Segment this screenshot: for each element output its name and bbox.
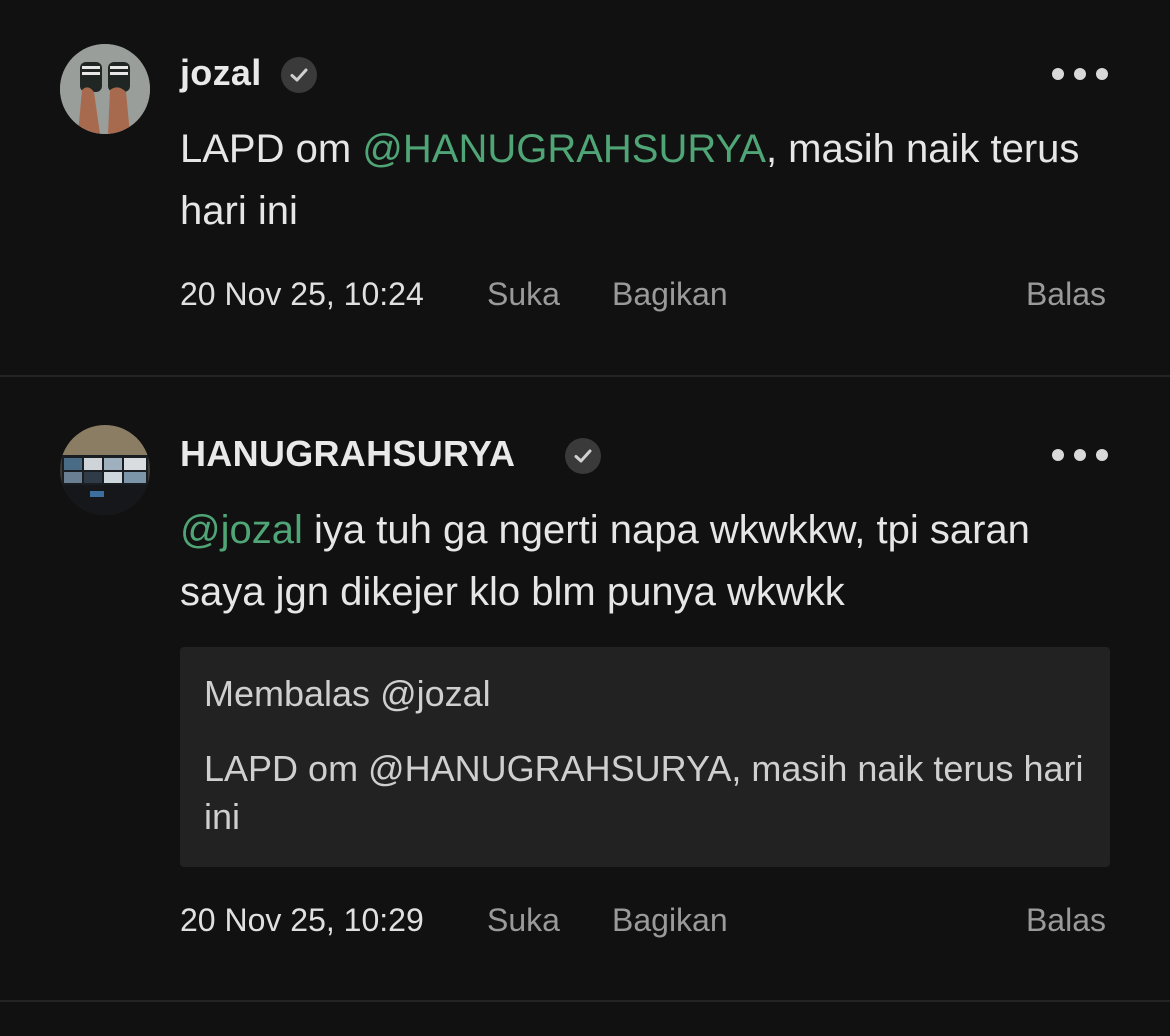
comment-text: @jozal iya tuh ga ngerti napa wkwkkw, tp… (180, 499, 1110, 623)
mention-link[interactable]: @jozal (180, 508, 303, 552)
username[interactable]: HANUGRAHSURYA (180, 433, 515, 475)
avatar-image (60, 425, 150, 515)
share-button[interactable]: Bagikan (612, 276, 728, 313)
like-button[interactable]: Suka (487, 276, 560, 313)
reply-button[interactable]: Balas (1026, 276, 1106, 313)
quoted-reply[interactable]: Membalas @jozal LAPD om @HANUGRAHSURYA, … (180, 647, 1110, 867)
share-button[interactable]: Bagikan (612, 902, 728, 939)
verified-check-icon (565, 438, 601, 474)
comment-meta: 20 Nov 25, 10:24 Suka Bagikan Balas (180, 276, 1110, 320)
avatar-image (60, 44, 150, 134)
like-button[interactable]: Suka (487, 902, 560, 939)
more-options-icon[interactable] (1050, 64, 1110, 84)
more-options-icon[interactable] (1050, 445, 1110, 465)
comment-text: LAPD om @HANUGRAHSURYA, masih naik terus… (180, 118, 1110, 242)
comment-meta: 20 Nov 25, 10:29 Suka Bagikan Balas (180, 902, 1110, 946)
comment-text-prefix: LAPD om (180, 127, 363, 171)
mention-link[interactable]: @HANUGRAHSURYA (362, 127, 766, 171)
reply-button[interactable]: Balas (1026, 902, 1106, 939)
verified-check-icon (281, 57, 317, 93)
username[interactable]: jozal (180, 52, 262, 94)
comment-text-body: iya tuh ga ngerti napa wkwkkw, tpi saran… (180, 508, 1030, 614)
comment-timestamp: 20 Nov 25, 10:24 (180, 276, 424, 312)
divider (0, 1000, 1170, 1002)
user-avatar[interactable] (60, 44, 150, 134)
quote-header: Membalas @jozal (204, 673, 491, 714)
comment-item: jozal LAPD om @HANUGRAHSURYA, masih naik… (0, 0, 1170, 375)
comment-timestamp: 20 Nov 25, 10:29 (180, 902, 424, 938)
user-avatar[interactable] (60, 425, 150, 515)
comment-item: HANUGRAHSURYA @jozal iya tuh ga ngerti n… (0, 377, 1170, 1000)
quote-text: LAPD om @HANUGRAHSURYA, masih naik terus… (204, 748, 1084, 837)
